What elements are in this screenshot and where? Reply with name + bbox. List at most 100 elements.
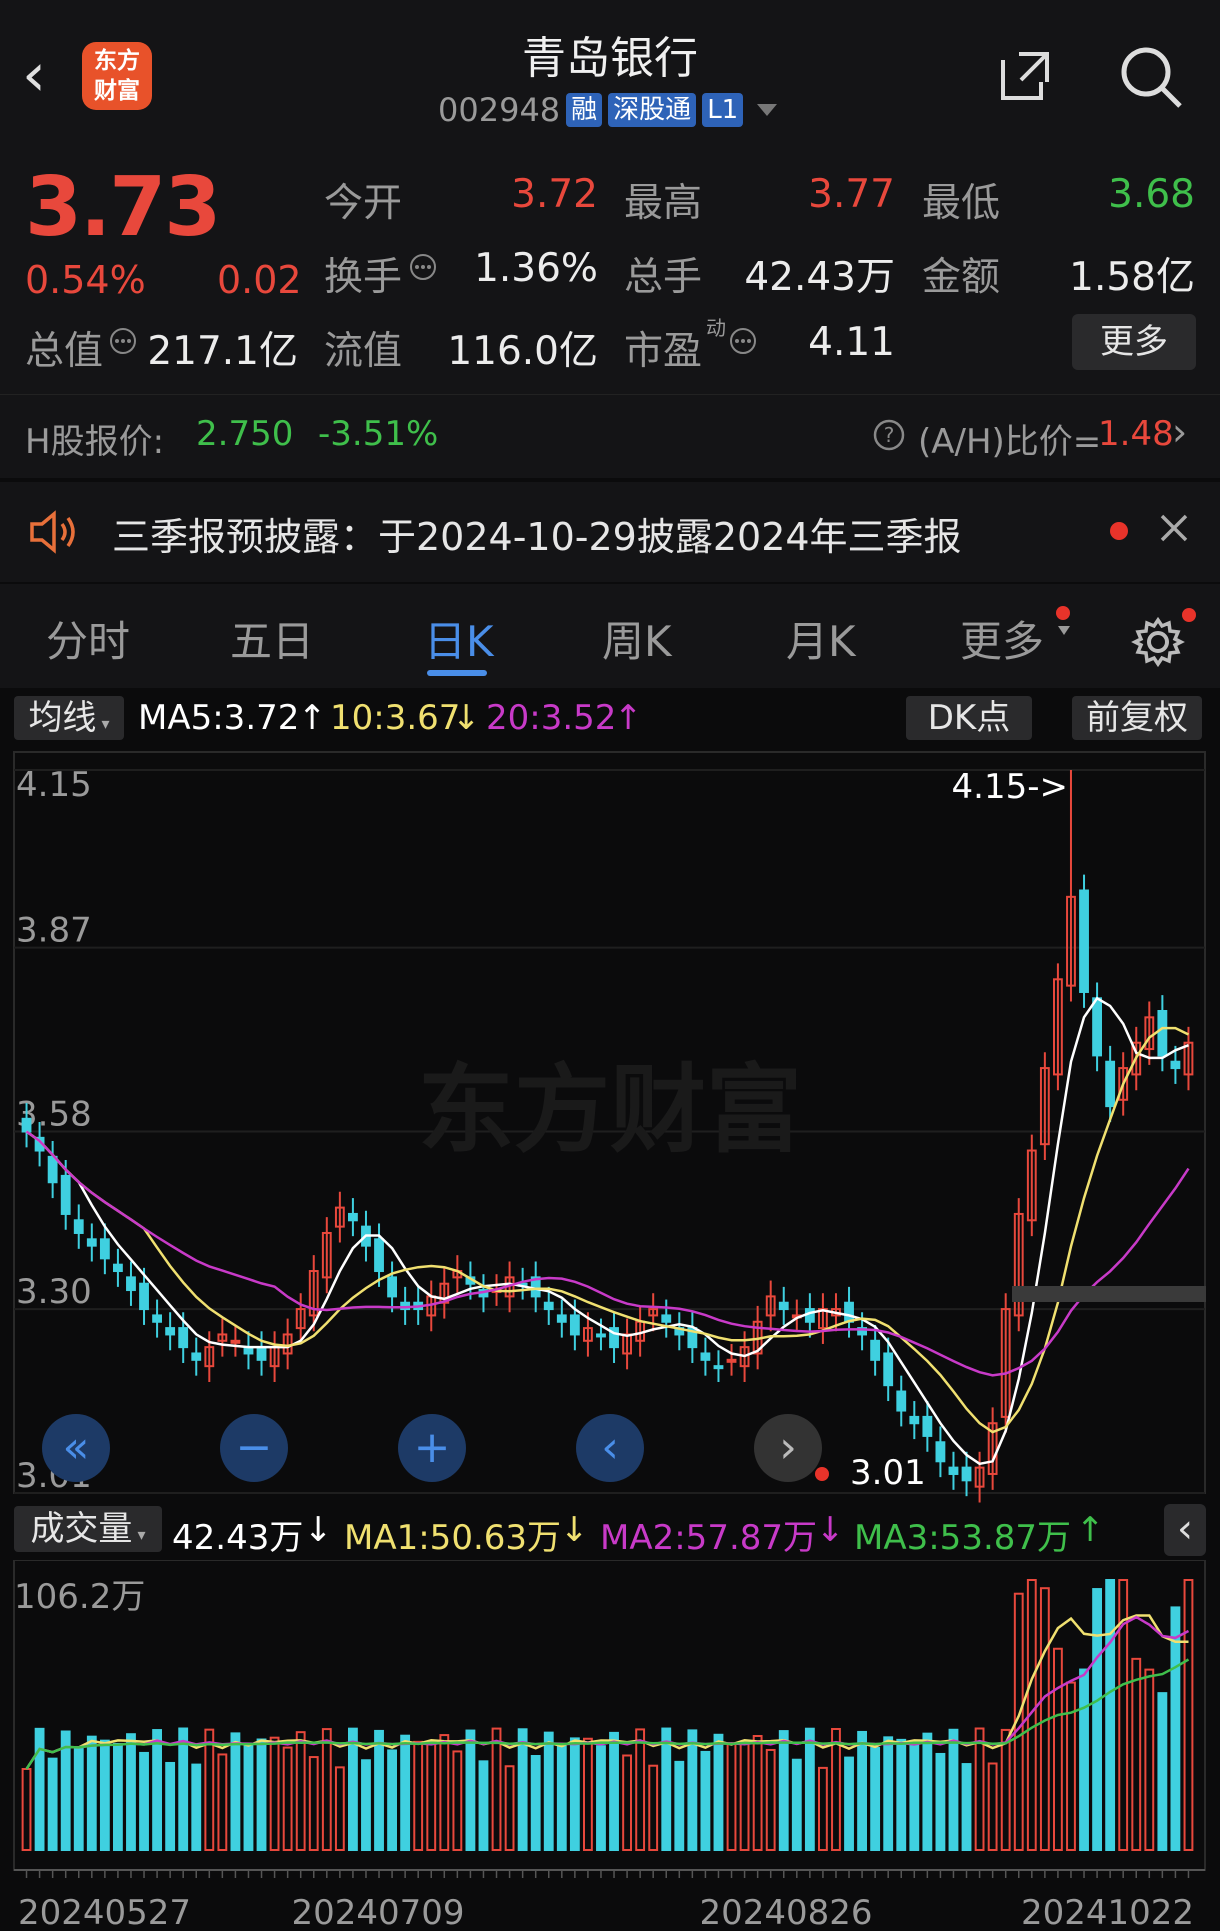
- candle-body: [870, 1339, 881, 1361]
- candle-body: [569, 1314, 580, 1336]
- tab-weekly-k[interactable]: 周K: [602, 608, 672, 669]
- volume-bar: [165, 1761, 176, 1852]
- volume-bar: [1183, 1579, 1194, 1851]
- active-tab-underline: [427, 670, 487, 676]
- chevron-right-icon[interactable]: ›: [1172, 410, 1187, 454]
- float-value: 116.0亿: [447, 329, 598, 374]
- info-dots-icon[interactable]: [108, 326, 138, 356]
- dk-point-button[interactable]: DK点: [906, 696, 1032, 740]
- volume-bar: [334, 1766, 345, 1852]
- help-icon[interactable]: ?: [872, 418, 906, 452]
- candle-body: [922, 1415, 933, 1437]
- candle-body: [47, 1155, 58, 1184]
- tab-daily-k[interactable]: 日K: [424, 608, 494, 669]
- info-dots-icon[interactable]: [408, 252, 438, 282]
- volume-bar: [374, 1729, 384, 1851]
- candle-body: [230, 1339, 241, 1344]
- period-tabs: 分时 五日 日K 周K 月K 更多: [0, 584, 1220, 688]
- collapse-chevron-icon[interactable]: ‹: [1164, 1504, 1206, 1556]
- h-share-pct: -3.51%: [318, 414, 439, 454]
- volume-bar: [726, 1742, 737, 1852]
- ma-selector[interactable]: 均线 ▾: [14, 696, 124, 740]
- volume-bar: [308, 1756, 319, 1851]
- dropdown-caret-icon: ▾: [96, 714, 110, 733]
- y-tick-label: 4.15: [16, 765, 92, 805]
- volume-bar: [126, 1733, 136, 1851]
- volume-bar: [961, 1763, 972, 1851]
- zoom-out-icon[interactable]: −: [236, 1422, 273, 1473]
- candle-body: [961, 1466, 972, 1482]
- volume-bar: [217, 1753, 228, 1851]
- share-icon[interactable]: [995, 46, 1055, 106]
- tab-intraday[interactable]: 分时: [46, 608, 130, 669]
- prev-icon[interactable]: ‹: [601, 1422, 619, 1473]
- h-share-label: H股报价:: [25, 422, 165, 462]
- volume-bar: [922, 1732, 933, 1852]
- kline-chart[interactable]: 4.153.873.583.303.01东方财富4.15->3.01« − + ‹ ›: [0, 748, 1220, 1508]
- tab-more[interactable]: 更多: [960, 608, 1044, 669]
- search-icon[interactable]: [1118, 44, 1184, 110]
- next-icon[interactable]: ›: [779, 1422, 797, 1473]
- volume-bar: [700, 1750, 711, 1852]
- volume-selector[interactable]: 成交量 ▾: [14, 1506, 162, 1552]
- candle-body: [935, 1441, 946, 1463]
- candle-body: [543, 1301, 554, 1311]
- tab-more-caret-icon: [1058, 626, 1070, 635]
- candle-body: [883, 1352, 894, 1387]
- info-dots-icon[interactable]: [728, 326, 758, 356]
- volume-bar: [295, 1731, 306, 1851]
- vol-ma3: MA3:53.87万: [854, 1518, 1072, 1558]
- volume-bar: [204, 1728, 215, 1851]
- candle-body: [126, 1276, 136, 1292]
- close-icon[interactable]: [1158, 512, 1190, 544]
- candle-body: [191, 1352, 202, 1361]
- candle-body: [1157, 1010, 1168, 1057]
- volume-bar: [635, 1728, 646, 1851]
- zoom-in-icon[interactable]: +: [414, 1422, 451, 1473]
- change-pct: 0.54%: [25, 258, 146, 302]
- adjust-button[interactable]: 前复权: [1072, 696, 1202, 740]
- volume-bar: [569, 1737, 580, 1852]
- tab-monthly-k[interactable]: 月K: [786, 608, 856, 669]
- volume-bar: [752, 1735, 763, 1851]
- open-label: 今开: [324, 181, 403, 226]
- volume-chart[interactable]: 106.2万 20240527 20240709 20240826 20241022: [0, 1560, 1220, 1931]
- float-label: 流值: [324, 329, 403, 374]
- x-date-label: 20241022: [1021, 1893, 1194, 1931]
- svg-text:?: ?: [884, 423, 895, 447]
- volume-bar: [804, 1727, 815, 1851]
- volume-bar: [765, 1748, 776, 1851]
- volume-bar: [687, 1729, 698, 1852]
- volume-bar: [857, 1730, 868, 1851]
- stock-code-line: 002948 融 深股通 L1: [438, 90, 778, 130]
- dk-label: DK点: [927, 698, 1011, 738]
- mktcap-label: 总值: [25, 329, 104, 374]
- tab-more-dot: [1056, 606, 1070, 620]
- more-quote-button[interactable]: 更多: [1072, 314, 1196, 370]
- tab-5day[interactable]: 五日: [230, 608, 314, 669]
- candle-body: [804, 1308, 815, 1323]
- ma1-down-arrow-icon: ↓: [560, 1510, 589, 1550]
- ma10-down-arrow-icon: ↓: [452, 698, 481, 738]
- volume-bar: [609, 1731, 619, 1851]
- volume-selector-label: 成交量: [30, 1509, 133, 1549]
- settings-gear-icon[interactable]: [1130, 614, 1186, 670]
- volume-bar: [439, 1734, 450, 1851]
- code-dropdown-icon[interactable]: [757, 104, 778, 116]
- volume-bar: [935, 1752, 946, 1851]
- volume-bar: [1092, 1588, 1102, 1851]
- ma5-value: MA5:3.72: [138, 698, 300, 738]
- rewind-icon[interactable]: «: [63, 1422, 90, 1473]
- volume-bar: [478, 1760, 489, 1851]
- last-price: 3.73: [25, 160, 221, 255]
- volume-bar: [556, 1745, 567, 1851]
- candle-body: [139, 1282, 149, 1311]
- ma20-value: 20:3.52: [486, 698, 617, 738]
- y-tick-label: 3.87: [16, 911, 92, 951]
- volume-bar: [243, 1744, 254, 1852]
- ah-ratio-value: 1.48: [1098, 414, 1174, 454]
- volume-bar: [139, 1751, 149, 1851]
- volume-value: 42.43万: [172, 1518, 304, 1558]
- volume-bar: [504, 1765, 515, 1851]
- candle-body: [348, 1212, 358, 1222]
